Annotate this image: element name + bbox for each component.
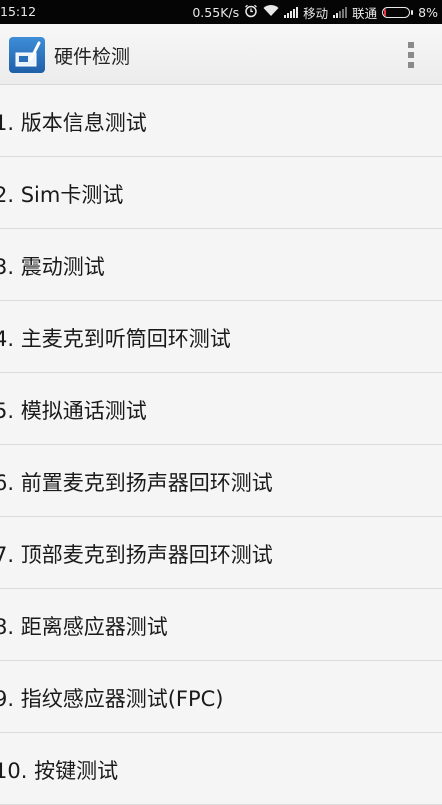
list-item[interactable]: 9. 指纹感应器测试(FPC): [0, 661, 442, 733]
signal-icon: [333, 6, 348, 18]
list-item-label: 7. 顶部麦克到扬声器回环测试: [0, 543, 273, 567]
list-item-label: 6. 前置麦克到扬声器回环测试: [0, 471, 273, 495]
app-bar: 硬件检测: [0, 24, 442, 85]
status-bar: 15:12 0.55K/s 移动 联通 8%: [0, 0, 442, 24]
carrier-2: 联通: [352, 5, 378, 21]
list-item[interactable]: 1. 版本信息测试: [0, 85, 442, 157]
status-right: 0.55K/s 移动 联通 8%: [192, 0, 438, 24]
wifi-icon: [263, 4, 279, 20]
list-item[interactable]: 6. 前置麦克到扬声器回环测试: [0, 445, 442, 517]
list-item-label: 3. 震动测试: [0, 255, 105, 279]
signal-icon: [284, 6, 299, 18]
list-item[interactable]: 10. 按键测试: [0, 733, 442, 805]
list-item-label: 10. 按键测试: [0, 759, 119, 783]
overflow-menu-icon[interactable]: [407, 42, 415, 68]
list-item[interactable]: 5. 模拟通话测试: [0, 373, 442, 445]
list-item-label: 9. 指纹感应器测试(FPC): [0, 687, 224, 711]
list-item[interactable]: 8. 距离感应器测试: [0, 589, 442, 661]
list-item-label: 2. Sim卡测试: [0, 183, 124, 207]
network-speed: 0.55K/s: [192, 4, 240, 20]
battery-level: 8%: [418, 4, 438, 20]
list-item-label: 4. 主麦克到听筒回环测试: [0, 327, 231, 351]
list-item[interactable]: 4. 主麦克到听筒回环测试: [0, 301, 442, 373]
app-icon[interactable]: [9, 37, 45, 73]
alarm-icon: [244, 4, 258, 21]
test-list: 1. 版本信息测试 2. Sim卡测试 3. 震动测试 4. 主麦克到听筒回环测…: [0, 85, 442, 805]
list-item-label: 1. 版本信息测试: [0, 111, 147, 135]
list-item-label: 8. 距离感应器测试: [0, 615, 168, 639]
app-title: 硬件检测: [54, 46, 131, 68]
carrier-1: 移动: [303, 5, 329, 21]
list-item-label: 5. 模拟通话测试: [0, 399, 147, 423]
status-time: 15:12: [0, 4, 37, 19]
list-item[interactable]: 7. 顶部麦克到扬声器回环测试: [0, 517, 442, 589]
list-item[interactable]: 3. 震动测试: [0, 229, 442, 301]
battery-icon: [382, 6, 414, 18]
list-item[interactable]: 2. Sim卡测试: [0, 157, 442, 229]
